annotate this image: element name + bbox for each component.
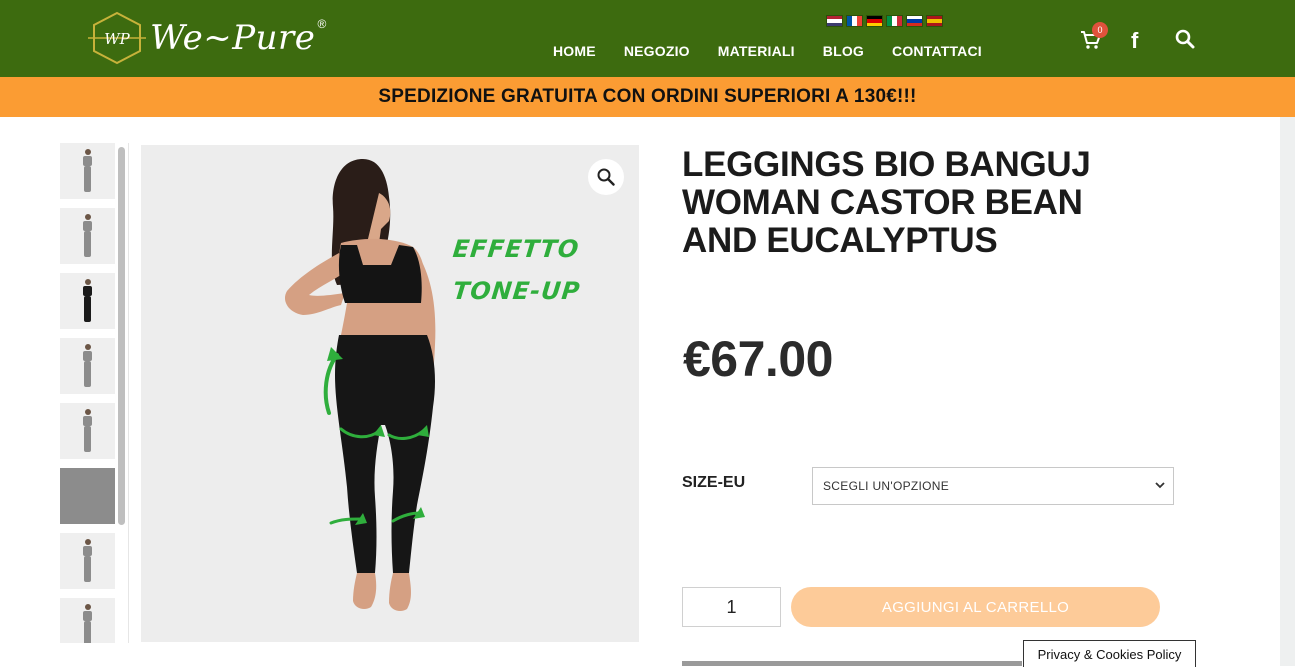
nav-home[interactable]: HOME xyxy=(553,43,596,59)
overlay-text-tone-up: TONE-UP xyxy=(451,277,582,305)
thumbnail-list xyxy=(60,143,118,643)
page-scrollbar[interactable] xyxy=(1280,117,1295,666)
nav-materiali[interactable]: MATERIALI xyxy=(718,43,795,59)
search-icon[interactable] xyxy=(1175,29,1195,49)
product-title: LEGGINGS BIO BANGUJ WOMAN CASTOR BEAN AN… xyxy=(682,145,1091,260)
size-select-value: SCEGLI UN'OPZIONE xyxy=(823,479,950,493)
overlay-text-effetto: EFFETTO xyxy=(451,235,581,263)
gallery-thumbnail[interactable] xyxy=(60,208,115,264)
thumbnail-scrollbar-thumb[interactable] xyxy=(118,147,125,525)
thumbnail-divider xyxy=(128,143,129,643)
gallery-thumbnail[interactable] xyxy=(60,533,115,589)
gallery-thumbnail[interactable] xyxy=(60,273,115,329)
nav-contattaci[interactable]: CONTATTACI xyxy=(892,43,982,59)
logo-registered-mark: ® xyxy=(317,17,327,31)
main-navigation: HOME NEGOZIO MATERIALI BLOG CONTATTACI xyxy=(553,43,1010,59)
promo-text: SPEDIZIONE GRATUITA CON ORDINI SUPERIORI… xyxy=(378,86,917,107)
add-to-cart-label: AGGIUNGI AL CARRELLO xyxy=(881,598,1070,616)
product-price: €67.00 xyxy=(683,331,833,387)
gallery-thumbnail[interactable] xyxy=(60,143,115,199)
add-to-cart-button[interactable]: AGGIUNGI AL CARRELLO xyxy=(791,587,1160,627)
free-shipping-banner: SPEDIZIONE GRATUITA CON ORDINI SUPERIORI… xyxy=(0,77,1295,117)
gallery-thumbnail[interactable] xyxy=(60,403,115,459)
size-select[interactable]: SCEGLI UN'OPZIONE xyxy=(812,467,1174,505)
cart-button[interactable]: 0 xyxy=(1080,22,1108,53)
gallery-thumbnail[interactable] xyxy=(60,338,115,394)
french-flag[interactable] xyxy=(846,15,863,27)
bottom-divider xyxy=(682,661,1022,666)
quantity-input[interactable]: 1 xyxy=(682,587,781,627)
product-main-image[interactable]: EFFETTO TONE-UP xyxy=(141,145,639,642)
russian-flag[interactable] xyxy=(906,15,923,27)
nav-negozio[interactable]: NEGOZIO xyxy=(624,43,690,59)
chevron-down-icon xyxy=(1155,482,1165,489)
nav-blog[interactable]: BLOG xyxy=(823,43,864,59)
model-illustration xyxy=(284,159,436,611)
italian-flag[interactable] xyxy=(886,15,903,27)
gallery-thumbnail[interactable] xyxy=(60,598,115,643)
size-label: SIZE-EU xyxy=(682,474,746,491)
logo-text: We~Pure xyxy=(150,18,316,58)
gallery-thumbnail[interactable] xyxy=(60,468,115,524)
logo-hexagon-icon: WP xyxy=(88,11,146,65)
facebook-icon[interactable]: f xyxy=(1131,28,1138,54)
site-header: WP We~Pure ® HOME NEGOZIO MATERIALI BLOG… xyxy=(0,0,1295,77)
language-switcher xyxy=(826,15,943,27)
spanish-flag[interactable] xyxy=(926,15,943,27)
image-zoom-button[interactable] xyxy=(588,159,624,195)
site-logo[interactable]: WP We~Pure ® xyxy=(88,10,348,66)
english-flag[interactable] xyxy=(826,15,843,27)
privacy-policy-link[interactable]: Privacy & Cookies Policy xyxy=(1023,640,1196,667)
logo-monogram: WP xyxy=(104,30,130,48)
magnifier-icon xyxy=(597,168,615,186)
german-flag[interactable] xyxy=(866,15,883,27)
cart-count-badge: 0 xyxy=(1092,22,1108,38)
